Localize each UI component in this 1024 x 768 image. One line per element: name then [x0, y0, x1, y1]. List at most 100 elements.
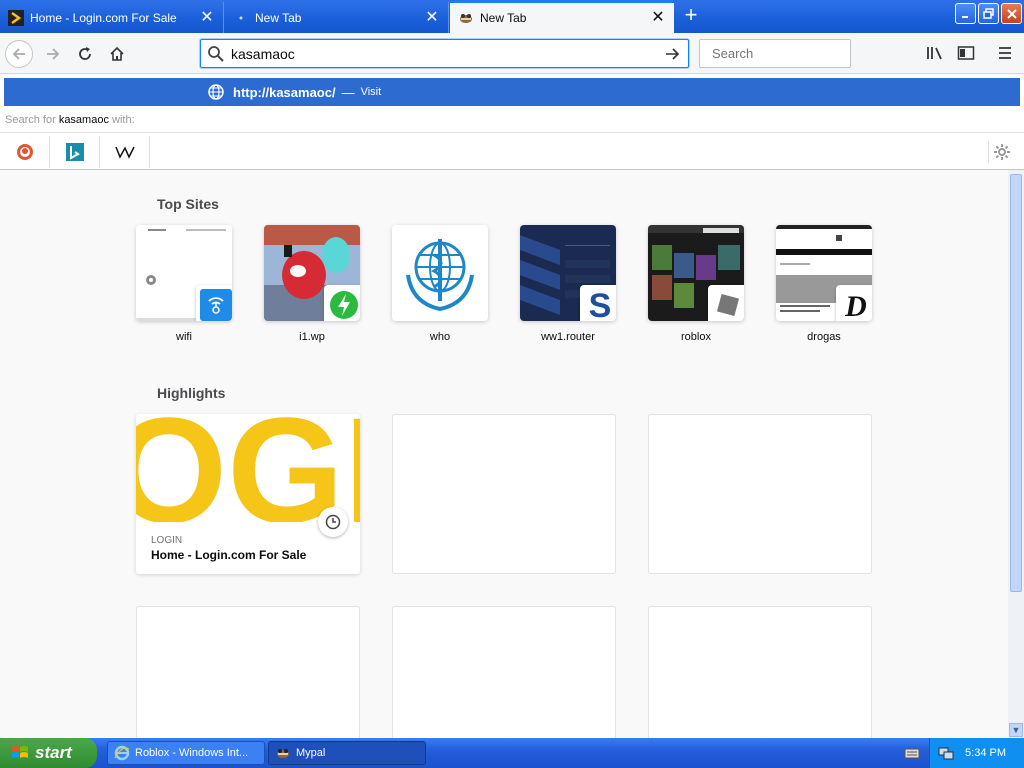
tab-home-login[interactable]: Home - Login.com For Sale ✕: [0, 2, 224, 33]
tab-new-1[interactable]: New Tab ✕: [225, 2, 449, 33]
url-input[interactable]: [231, 45, 662, 62]
autocomplete-popup: http://kasamaoc/ — Visit Search for kasa…: [0, 74, 1024, 170]
back-arrow-icon: [12, 48, 25, 60]
search-bar[interactable]: [699, 39, 888, 68]
site-label: ww1.router: [541, 331, 595, 343]
site-label: drogas: [807, 331, 841, 343]
top-site-tile[interactable]: wifi: [136, 225, 232, 343]
taskbar-item-mypal[interactable]: Mypal: [268, 741, 426, 765]
system-tray: 5:34 PM: [929, 738, 1024, 768]
wikipedia-icon: [114, 145, 135, 159]
mypal-favicon-icon: [458, 10, 474, 26]
site-thumbnail: [648, 225, 744, 321]
close-window-button[interactable]: [1001, 3, 1022, 24]
site-badge: [324, 285, 360, 321]
highlight-title: Home - Login.com For Sale: [151, 548, 307, 562]
duckduckgo-icon: [16, 143, 33, 160]
newtab-content: Top Sites wifi i1.wp who S ww1.router ro…: [0, 170, 1008, 738]
home-button[interactable]: [103, 40, 131, 68]
internet-explorer-icon: [114, 745, 130, 761]
site-label: wifi: [176, 331, 192, 343]
search-icon: [208, 45, 224, 62]
network-tray-icon[interactable]: [938, 745, 954, 761]
close-tab-icon[interactable]: ✕: [424, 9, 440, 26]
wifi-router-icon: [200, 289, 232, 321]
scrollbar-thumb[interactable]: [1010, 174, 1022, 592]
start-button[interactable]: start: [0, 738, 97, 768]
tab-strip: Home - Login.com For Sale ✕ New Tab ✕ Ne…: [0, 0, 1024, 33]
reload-icon: [79, 47, 91, 60]
bolt-icon: [330, 291, 358, 319]
tab-label: New Tab: [255, 10, 302, 25]
site-thumbnail: [264, 225, 360, 321]
site-badge: S: [580, 285, 616, 321]
search-input[interactable]: [712, 46, 888, 61]
menu-icon[interactable]: [994, 42, 1016, 64]
bing-icon: [65, 142, 84, 161]
login-favicon-icon: [8, 9, 24, 26]
wikipedia-engine-button[interactable]: [100, 135, 150, 168]
minimize-button[interactable]: [955, 3, 976, 24]
duckduckgo-engine-button[interactable]: [0, 135, 50, 168]
windows-taskbar: start Roblox - Windows Int... Mypal 5:34…: [0, 738, 1024, 768]
top-site-tile[interactable]: D drogas: [776, 225, 872, 343]
empty-highlight-card: [392, 414, 616, 574]
empty-highlight-card: [648, 414, 872, 574]
bing-engine-button[interactable]: [50, 135, 100, 168]
site-badge: [196, 285, 232, 321]
who-emblem-icon: [392, 225, 488, 321]
url-bar[interactable]: [200, 39, 689, 68]
back-button[interactable]: [5, 40, 33, 68]
roblox-icon: [712, 289, 744, 321]
site-label: roblox: [681, 331, 711, 343]
close-tab-icon[interactable]: ✕: [199, 9, 215, 26]
d-logo-icon: D: [839, 288, 872, 321]
highlight-image-lettering: OGI: [136, 414, 360, 522]
site-badge: [708, 285, 744, 321]
close-tab-icon[interactable]: ✕: [650, 10, 666, 26]
site-thumbnail: S: [520, 225, 616, 321]
empty-highlight-card: [648, 606, 872, 738]
keyboard-icon[interactable]: [904, 745, 920, 761]
go-arrow-icon[interactable]: [662, 44, 682, 64]
highlight-image: OGI: [136, 414, 360, 522]
svg-text:D: D: [844, 290, 867, 321]
site-thumbnail: [136, 225, 232, 321]
taskbar-item-roblox[interactable]: Roblox - Windows Int...: [107, 741, 265, 765]
search-engine-row: [0, 132, 1024, 170]
vertical-scrollbar[interactable]: ▼: [1008, 170, 1024, 738]
site-thumbnail: D: [776, 225, 872, 321]
top-site-tile[interactable]: i1.wp: [264, 225, 360, 343]
forward-arrow-icon: [47, 48, 60, 60]
loading-dot-icon: [233, 10, 249, 26]
top-site-tile[interactable]: who: [392, 225, 488, 343]
tab-label: Home - Login.com For Sale: [30, 10, 177, 25]
highlight-source: LOGIN: [151, 535, 183, 546]
tab-new-active[interactable]: New Tab ✕: [450, 1, 674, 33]
autocomplete-visit-row[interactable]: http://kasamaoc/ — Visit: [4, 78, 1020, 106]
top-sites-title: Top Sites: [157, 196, 219, 212]
reload-button[interactable]: [71, 40, 99, 68]
library-icon[interactable]: [924, 42, 946, 64]
navigation-toolbar: [0, 33, 1024, 74]
sidebar-icon[interactable]: [955, 42, 977, 64]
mypal-icon: [277, 749, 289, 758]
new-tab-button[interactable]: +: [680, 4, 702, 27]
search-settings-gear-icon[interactable]: [988, 141, 1010, 163]
forward-button[interactable]: [39, 40, 67, 68]
empty-highlight-card: [136, 606, 360, 738]
top-site-tile[interactable]: roblox: [648, 225, 744, 343]
task-label: Roblox - Windows Int...: [135, 747, 249, 759]
clock: 5:34 PM: [965, 747, 1006, 759]
search-for-suffix: with:: [108, 114, 135, 126]
highlight-card[interactable]: OGI LOGIN Home - Login.com For Sale: [136, 414, 360, 574]
visit-label: Visit: [360, 86, 382, 98]
site-label: i1.wp: [299, 331, 325, 343]
search-term: kasamaoc: [58, 114, 109, 126]
highlights-title: Highlights: [157, 385, 226, 401]
top-site-tile[interactable]: S ww1.router: [520, 225, 616, 343]
scroll-down-icon[interactable]: ▼: [1009, 723, 1023, 737]
windows-flag-icon: [12, 746, 28, 758]
clock-icon: [318, 507, 348, 537]
restore-button[interactable]: [978, 3, 999, 24]
